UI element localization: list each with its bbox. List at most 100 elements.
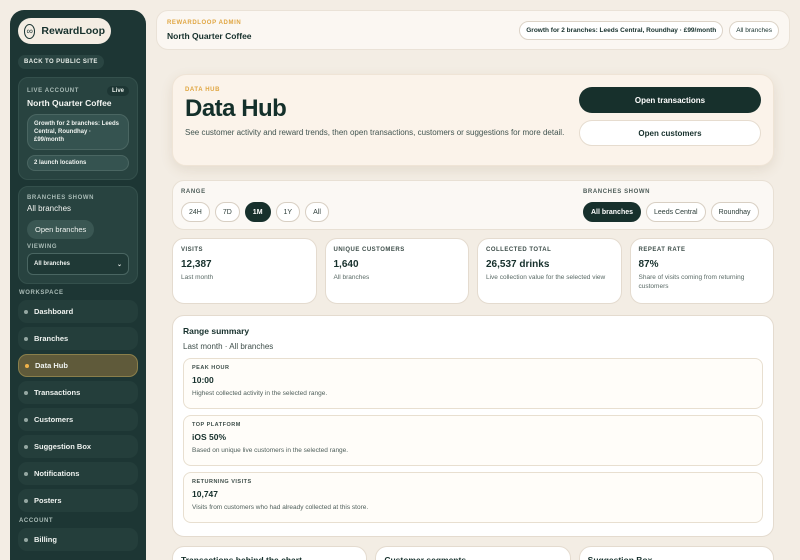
dot-icon	[24, 537, 28, 542]
branch-chips: All branches Leeds Central Roundhay	[583, 202, 759, 222]
stat-card-repeat-rate: Repeat rate 87% Share of visits coming f…	[629, 238, 774, 304]
range-chip-1m[interactable]: 1M	[244, 202, 271, 222]
stat-note: Share of visits coming from returning cu…	[638, 274, 745, 290]
topbar-eyebrow: RewardLoop admin	[167, 19, 242, 26]
range-chip-all[interactable]: All	[305, 202, 329, 222]
sidebar-item-data-hub[interactable]: Data Hub	[18, 354, 138, 378]
summary-item-label: Returning visits	[192, 479, 252, 485]
sidebar-item-label: Suggestion Box	[34, 442, 92, 452]
topbar: RewardLoop admin North Quarter Coffee Gr…	[156, 10, 790, 50]
stat-note: Live collection value for the selected v…	[486, 274, 606, 281]
summary-title: Range summary	[183, 326, 250, 336]
branch-filter: Branches shown All branches Leeds Centra…	[583, 189, 759, 222]
sidebar-item-label: Data Hub	[35, 361, 68, 371]
summary-item-value: 10:00	[192, 375, 214, 385]
main-content: RewardLoop admin North Quarter Coffee Gr…	[156, 0, 800, 560]
viewing-select-value: All branches	[34, 261, 71, 268]
sidebar-item-label: Dashboard	[34, 307, 74, 317]
stat-label: Unique customers	[333, 247, 405, 253]
sidebar-item-label: Branches	[34, 334, 69, 344]
open-branches-button[interactable]: Open branches	[27, 220, 95, 240]
dot-icon	[24, 390, 28, 395]
page-description: See customer activity and reward trends,…	[185, 128, 565, 137]
customer-segments-card: Customer segments	[375, 546, 571, 560]
sidebar-item-branches[interactable]: Branches	[18, 327, 138, 351]
branches-shown-label: Branches shown	[583, 189, 651, 195]
stat-value: 87%	[638, 259, 659, 270]
stat-label: Collected total	[486, 247, 552, 253]
filters-bar: Range 24H 7D 1M 1Y All Branches shown Al…	[172, 180, 774, 230]
stat-note: Last month	[181, 274, 214, 281]
dot-icon	[24, 336, 28, 341]
branch-chip-all[interactable]: All branches	[583, 202, 642, 222]
dot-icon	[24, 444, 28, 449]
branches-shown-eyebrow: Branches shown	[27, 195, 95, 202]
summary-item-value: 10,747	[192, 489, 218, 499]
loop-icon: ∞	[24, 23, 36, 39]
range-chip-7d[interactable]: 7D	[214, 202, 240, 222]
sidebar-item-posters[interactable]: Posters	[18, 489, 138, 513]
summary-item-top-platform: Top platform iOS 50% Based on unique liv…	[183, 415, 763, 466]
workspace-section-label: Workspace	[19, 290, 64, 297]
sidebar-item-billing[interactable]: Billing	[18, 528, 138, 552]
dot-icon	[24, 471, 28, 476]
branch-chip-roundhay[interactable]: Roundhay	[710, 202, 759, 222]
range-chip-1y[interactable]: 1Y	[275, 202, 301, 222]
sidebar-item-label: Posters	[34, 496, 62, 506]
open-transactions-button[interactable]: Open transactions	[579, 87, 761, 113]
stat-value: 1,640	[333, 259, 359, 270]
sidebar-item-label: Billing	[34, 535, 57, 545]
stat-value: 26,537 drinks	[486, 259, 550, 270]
bottom-cards: Transactions behind the chart Customer s…	[172, 546, 774, 560]
live-badge: Live	[106, 86, 129, 96]
range-chip-24h[interactable]: 24H	[181, 202, 210, 222]
dot-icon	[24, 498, 28, 503]
sidebar-item-label: Notifications	[34, 469, 80, 479]
stat-note: All branches	[333, 274, 370, 281]
suggestion-box-card: Suggestion Box	[578, 546, 774, 560]
dot-icon	[24, 417, 28, 422]
topbar-title: North Quarter Coffee	[167, 30, 252, 41]
branches-card: Branches shown All branches Open branche…	[18, 186, 138, 285]
sidebar-item-label: Transactions	[34, 388, 81, 398]
hero-card: Data Hub Data Hub See customer activity …	[172, 74, 774, 166]
branches-shown-value: All branches	[27, 204, 72, 214]
sidebar-item-notifications[interactable]: Notifications	[18, 462, 138, 486]
stat-label: Visits	[181, 247, 204, 253]
workspace-nav: Dashboard Branches Data Hub Transactions…	[18, 300, 138, 513]
sidebar-item-customers[interactable]: Customers	[18, 408, 138, 432]
summary-item-peak-hour: Peak hour 10:00 Highest collected activi…	[183, 358, 763, 409]
sidebar-item-dashboard[interactable]: Dashboard	[18, 300, 138, 324]
branch-badge: All branches	[729, 20, 779, 40]
summary-item-label: Peak hour	[192, 365, 230, 371]
live-account-eyebrow: Live account	[27, 88, 79, 94]
stat-label: Repeat rate	[638, 247, 686, 253]
launch-locations-pill: 2 launch locations	[27, 155, 129, 172]
viewing-select[interactable]: All branches ⌄	[27, 253, 129, 276]
sidebar-item-transactions[interactable]: Transactions	[18, 381, 138, 405]
open-customers-button[interactable]: Open customers	[579, 120, 761, 146]
stat-card-unique-customers: Unique customers 1,640 All branches	[324, 238, 469, 304]
stat-value: 12,387	[181, 259, 212, 270]
summary-item-returning-visits: Returning visits 10,747 Visits from cust…	[183, 472, 763, 523]
branch-chip-leeds-central[interactable]: Leeds Central	[646, 202, 706, 222]
summary-item-note: Visits from customers who had already co…	[192, 504, 369, 511]
stats-row: Visits 12,387 Last month Unique customer…	[172, 238, 774, 304]
summary-item-note: Highest collected activity in the select…	[192, 390, 328, 397]
dot-icon	[24, 309, 28, 314]
stat-card-visits: Visits 12,387 Last month	[172, 238, 317, 304]
summary-item-note: Based on unique live customers in the se…	[192, 447, 349, 454]
plan-badge: Growth for 2 branches: Leeds Central, Ro…	[519, 20, 724, 40]
sidebar-item-suggestion-box[interactable]: Suggestion Box	[18, 435, 138, 459]
brand-logo[interactable]: ∞ RewardLoop	[18, 18, 111, 44]
brand-name: RewardLoop	[41, 25, 105, 37]
summary-subtitle: Last month · All branches	[183, 342, 274, 351]
sidebar-item-label: Customers	[34, 415, 74, 425]
account-name: North Quarter Coffee	[27, 98, 112, 108]
summary-item-value: iOS 50%	[192, 432, 227, 442]
live-account-card: Live account Live North Quarter Coffee G…	[18, 77, 138, 181]
back-to-public-site-button[interactable]: Back to public site	[18, 55, 104, 69]
summary-item-label: Top platform	[192, 422, 241, 428]
range-summary-card: Range summary Last month · All branches …	[172, 315, 774, 537]
stat-card-collected-total: Collected total 26,537 drinks Live colle…	[477, 238, 622, 304]
